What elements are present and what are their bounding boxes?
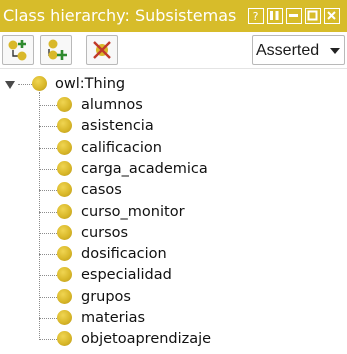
- tree-node-label[interactable]: cursos: [81, 224, 128, 242]
- tree-node-label[interactable]: calificacion: [81, 139, 162, 157]
- selector-value: Asserted: [256, 42, 320, 59]
- class-icon: [32, 76, 47, 91]
- tree-node-label-owl-thing[interactable]: owl:Thing: [55, 75, 125, 93]
- class-icon: [57, 204, 72, 219]
- add-subclass-icon: [8, 40, 27, 61]
- collapse-toggle-icon[interactable]: [5, 81, 15, 89]
- tree-node-label[interactable]: alumnos: [81, 96, 143, 114]
- tree-connector: [39, 169, 57, 170]
- tree-node-label[interactable]: asistencia: [81, 117, 154, 135]
- class-icon: [57, 267, 72, 282]
- tree-connector: [39, 318, 57, 319]
- pin-icon[interactable]: ?: [248, 8, 264, 24]
- asserted-inferred-selector[interactable]: Asserted: [252, 35, 345, 65]
- add-sibling-class-button[interactable]: [40, 35, 72, 65]
- tree-connector: [39, 148, 57, 149]
- chevron-down-icon: [330, 48, 340, 54]
- tree-connector: [39, 190, 57, 191]
- delete-class-button[interactable]: [86, 35, 118, 65]
- class-icon: [57, 225, 72, 240]
- class-icon: [57, 97, 72, 112]
- tree-node-label[interactable]: especialidad: [81, 266, 172, 284]
- class-icon: [57, 182, 72, 197]
- tree-node-label[interactable]: dosificacion: [81, 245, 167, 263]
- view-title: Class hierarchy: Subsistemas: [3, 6, 237, 25]
- minimize-icon[interactable]: [286, 8, 302, 24]
- tree-node-label[interactable]: materias: [81, 309, 145, 327]
- tree-connector: [39, 339, 57, 340]
- tree-node-label[interactable]: casos: [81, 181, 122, 199]
- tree-node-label[interactable]: curso_monitor: [81, 203, 185, 221]
- tree-connector: [18, 84, 32, 85]
- add-sibling-class-icon: [48, 39, 67, 60]
- delete-class-icon: [93, 41, 111, 59]
- tree-node-label[interactable]: carga_academica: [81, 160, 208, 178]
- hierarchy-toolbar: Asserted: [0, 32, 347, 69]
- tree-connector: [39, 275, 57, 276]
- class-icon: [57, 310, 72, 325]
- tree-connector: [39, 297, 57, 298]
- add-subclass-button[interactable]: [2, 35, 34, 65]
- class-icon: [57, 140, 72, 155]
- class-icon: [57, 161, 72, 176]
- tree-connector: [39, 254, 57, 255]
- class-hierarchy-tree: owl:Thing alumnos asistencia calificacion c…: [0, 70, 347, 354]
- tree-connector: [39, 126, 57, 127]
- tree-node-label[interactable]: grupos: [81, 288, 131, 306]
- class-icon: [57, 118, 72, 133]
- class-icon: [57, 331, 72, 346]
- tree-connector: [39, 105, 57, 106]
- view-title-bar: Class hierarchy: Subsistemas ?: [0, 0, 347, 32]
- class-icon: [57, 246, 72, 261]
- split-icon[interactable]: [267, 8, 283, 24]
- close-icon[interactable]: [324, 8, 340, 24]
- tree-node-label[interactable]: objetoaprendizaje: [81, 330, 211, 348]
- class-icon: [57, 289, 72, 304]
- tree-connector: [39, 212, 57, 213]
- svg-text:?: ?: [253, 10, 259, 22]
- tree-connector: [39, 233, 57, 234]
- view-window-controls: ?: [248, 8, 340, 24]
- maximize-icon[interactable]: [305, 8, 321, 24]
